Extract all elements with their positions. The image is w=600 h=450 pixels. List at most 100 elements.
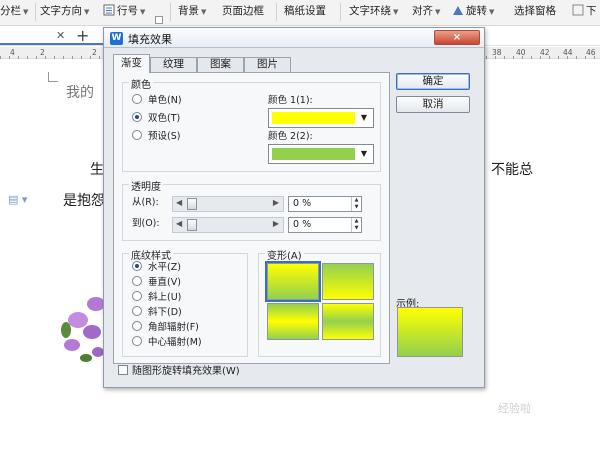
radio-from-corner[interactable]: 角部辐射(F) <box>132 321 199 335</box>
radio-button <box>132 291 142 301</box>
ruler-number: 2 <box>92 48 97 57</box>
dialog-launcher-icon[interactable] <box>155 16 163 24</box>
move-down-icon <box>572 4 584 16</box>
radio-button-selected <box>132 261 142 271</box>
rotate-icon <box>453 6 463 15</box>
color1-dropdown[interactable]: ▼ <box>268 108 374 128</box>
ribbon-toolbar: 分栏 ▼ 文字方向 ▼ 行号 ▼ 背景 ▼ 页面边框 稿纸设置 文字环绕 ▼ 对齐 ▼ 旋转… <box>0 0 600 26</box>
tab-gradient[interactable]: 渐变 <box>113 54 150 73</box>
sample-preview <box>397 307 463 357</box>
slider-thumb[interactable] <box>187 219 197 231</box>
document-text-line1-right: 不能总 <box>491 162 533 178</box>
dialog-title-bar[interactable]: W 填充效果 × <box>104 28 484 48</box>
variant-4[interactable] <box>322 303 374 340</box>
tab-pattern[interactable]: 图案 <box>197 57 244 72</box>
text-direction-button[interactable]: 文字方向 ▼ <box>40 2 89 20</box>
gradient-panel: 颜色 单色(N) 双色(T) 预设(S) 颜色 1(1): ▼ 颜色 2(2):… <box>113 72 390 364</box>
page-border-button[interactable]: 页面边框 <box>222 2 264 20</box>
shading-styles-title: 底纹样式 <box>129 247 173 262</box>
rotate-button[interactable]: 旋转 ▼ <box>452 2 494 20</box>
color2-label: 颜色 2(2): <box>268 131 313 142</box>
slider-right-arrow-icon[interactable]: ▶ <box>273 219 279 228</box>
slider-thumb[interactable] <box>187 198 197 210</box>
slider-right-arrow-icon[interactable]: ▶ <box>273 198 279 207</box>
radio-button-selected <box>132 112 142 122</box>
to-value-spinner[interactable]: 0 % ▲ ▼ <box>288 217 362 233</box>
radio-button <box>132 276 142 286</box>
manuscript-settings-button[interactable]: 稿纸设置 <box>284 2 326 20</box>
app-logo-icon: W <box>110 32 123 45</box>
chevron-down-icon: ▼ <box>360 113 368 122</box>
radio-two-colors[interactable]: 双色(T) <box>132 112 180 126</box>
slider-left-arrow-icon[interactable]: ◀ <box>176 198 182 207</box>
new-tab-icon[interactable]: + <box>76 26 89 45</box>
close-tab-icon[interactable]: ✕ <box>56 29 65 42</box>
move-down-button[interactable]: 下 <box>572 2 597 20</box>
ok-button[interactable]: 确定 <box>396 73 470 90</box>
chevron-down-icon: ▼ <box>23 8 29 16</box>
line-number-button[interactable]: 行号 ▼ <box>103 2 145 20</box>
variant-3[interactable] <box>267 303 319 340</box>
from-slider[interactable]: ◀ ▶ <box>172 196 284 212</box>
cancel-button[interactable]: 取消 <box>396 96 470 113</box>
radio-horizontal[interactable]: 水平(Z) <box>132 261 181 275</box>
chevron-down-icon: ▼ <box>360 149 368 158</box>
radio-button <box>132 321 142 331</box>
tab-picture[interactable]: 图片 <box>244 57 291 72</box>
chevron-down-icon: ▼ <box>140 8 146 16</box>
radio-button <box>132 336 142 346</box>
radio-from-center[interactable]: 中心辐射(M) <box>132 336 202 350</box>
watermark-text: 经验啦 <box>498 402 531 415</box>
radio-button <box>132 130 142 140</box>
chevron-down-icon: ▼ <box>435 8 441 16</box>
color1-swatch <box>272 112 355 124</box>
document-text-line1-left: 生 <box>90 162 104 178</box>
from-label: 从(R): <box>132 197 159 208</box>
document-title: 我的 <box>66 85 94 101</box>
columns-button[interactable]: 分栏 ▼ <box>0 2 28 20</box>
ruler-number: 4 <box>10 48 15 57</box>
to-label: 到(O): <box>132 218 160 229</box>
ruler-number: 46 <box>586 48 596 57</box>
dialog-title: 填充效果 <box>128 33 172 46</box>
slider-left-arrow-icon[interactable]: ◀ <box>176 219 182 228</box>
ruler-number: 2 <box>40 48 45 57</box>
radio-diagonal-up[interactable]: 斜上(U) <box>132 291 181 305</box>
ribbon-divider <box>170 3 171 21</box>
spinner-arrows-icon[interactable]: ▲ ▼ <box>351 218 361 232</box>
variant-1[interactable] <box>265 261 321 302</box>
spinner-arrows-icon[interactable]: ▲ ▼ <box>351 197 361 211</box>
chevron-down-icon: ▼ <box>489 8 495 16</box>
chevron-down-icon: ▼ <box>84 8 90 16</box>
paragraph-marker-icon[interactable]: ▤ ▾ <box>8 193 27 206</box>
fill-effects-dialog: W 填充效果 × 渐变 纹理 图案 图片 颜色 单色(N) 双色(T) 预设(S… <box>103 27 485 388</box>
close-button[interactable]: × <box>434 30 480 45</box>
to-slider[interactable]: ◀ ▶ <box>172 217 284 233</box>
text-wrap-button[interactable]: 文字环绕 ▼ <box>349 2 398 20</box>
line-number-icon <box>103 4 115 16</box>
align-button[interactable]: 对齐 ▼ <box>412 2 440 20</box>
ribbon-divider <box>276 3 277 21</box>
document-text-line2-left: 是抱怨 <box>63 193 105 209</box>
selection-pane-button[interactable]: 选择窗格 <box>514 2 556 20</box>
radio-button <box>132 306 142 316</box>
transparency-group-title: 透明度 <box>129 178 163 193</box>
ruler-number: 40 <box>516 48 526 57</box>
radio-diagonal-down[interactable]: 斜下(D) <box>132 306 182 320</box>
ruler-number: 38 <box>492 48 502 57</box>
from-value-spinner[interactable]: 0 % ▲ ▼ <box>288 196 362 212</box>
rotate-with-shape-checkbox[interactable]: 随图形旋转填充效果(W) <box>118 365 240 379</box>
radio-button <box>132 94 142 104</box>
checkbox-box <box>118 365 128 375</box>
ribbon-divider <box>340 3 341 21</box>
variant-2[interactable] <box>322 263 374 300</box>
color2-dropdown[interactable]: ▼ <box>268 144 374 164</box>
radio-preset[interactable]: 预设(S) <box>132 130 180 144</box>
radio-one-color[interactable]: 单色(N) <box>132 94 182 108</box>
variants-title: 变形(A) <box>265 247 304 262</box>
radio-vertical[interactable]: 垂直(V) <box>132 276 181 290</box>
margin-corner-mark <box>48 72 58 82</box>
tab-texture[interactable]: 纹理 <box>150 57 197 72</box>
background-button[interactable]: 背景 ▼ <box>178 2 206 20</box>
color2-swatch <box>272 148 355 160</box>
